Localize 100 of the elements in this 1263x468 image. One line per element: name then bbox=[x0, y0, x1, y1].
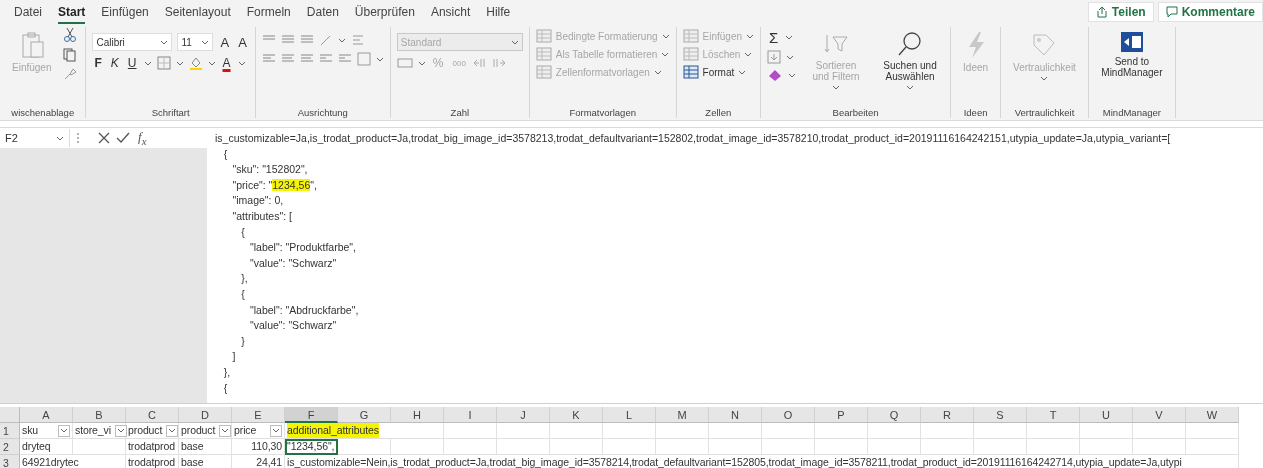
column-header[interactable]: C bbox=[126, 407, 179, 423]
column-header[interactable]: M bbox=[656, 407, 709, 423]
align-center-icon[interactable] bbox=[280, 53, 295, 65]
cells-menu-button[interactable]: Format bbox=[682, 65, 755, 79]
column-header[interactable]: G bbox=[338, 407, 391, 423]
ribbon-tab[interactable]: Ansicht bbox=[422, 2, 479, 22]
font-size-field[interactable]: 11 bbox=[177, 33, 214, 51]
fill-color-icon[interactable] bbox=[188, 56, 203, 70]
column-header[interactable]: H bbox=[391, 407, 444, 423]
row-header[interactable]: 1 bbox=[0, 423, 20, 439]
row-header[interactable]: 2 bbox=[0, 439, 20, 455]
font-color-button[interactable]: A bbox=[220, 56, 233, 70]
format-cells-icon[interactable] bbox=[682, 65, 699, 79]
column-header[interactable]: O bbox=[762, 407, 815, 423]
column-header[interactable]: J bbox=[497, 407, 550, 423]
column-header[interactable]: T bbox=[1027, 407, 1080, 423]
insert-function-button[interactable]: f$_{x}$ bbox=[136, 129, 149, 147]
ribbon-tab[interactable]: Hilfe bbox=[478, 2, 519, 22]
ribbon-tab[interactable]: Überprüfen bbox=[346, 2, 423, 22]
filter-dropdown-button[interactable] bbox=[219, 424, 232, 437]
column-header[interactable]: P bbox=[815, 407, 868, 423]
share-icon[interactable] bbox=[1095, 6, 1108, 18]
align-bottom-icon[interactable] bbox=[299, 34, 314, 46]
table-cell: trodatprod bbox=[126, 455, 179, 468]
column-header[interactable]: F bbox=[285, 407, 338, 423]
table-cell bbox=[1186, 439, 1239, 455]
italic-button[interactable]: K bbox=[108, 56, 121, 70]
caret-icon bbox=[337, 37, 346, 43]
table-cell bbox=[391, 439, 444, 455]
column-header[interactable]: L bbox=[603, 407, 656, 423]
drag-handle-icon[interactable] bbox=[76, 132, 80, 144]
bold-button[interactable]: F bbox=[92, 56, 104, 70]
name-box[interactable]: F2 bbox=[0, 129, 70, 147]
filter-dropdown-button[interactable] bbox=[58, 424, 70, 437]
comment-icon[interactable] bbox=[1165, 6, 1178, 18]
scissors-icon[interactable] bbox=[63, 27, 78, 43]
fill-down-icon[interactable] bbox=[767, 50, 782, 64]
column-header[interactable]: K bbox=[550, 407, 603, 423]
ribbon-tab[interactable]: Start bbox=[50, 2, 94, 22]
column-header[interactable]: Q bbox=[868, 407, 921, 423]
orientation-icon[interactable] bbox=[318, 34, 333, 46]
autosum-button[interactable]: Σ bbox=[767, 29, 781, 46]
search-icon[interactable] bbox=[897, 31, 924, 57]
formula-line: } bbox=[240, 333, 245, 349]
table-cell bbox=[709, 439, 762, 455]
formula-line: "image": 0, bbox=[231, 193, 284, 209]
column-header[interactable]: N bbox=[709, 407, 762, 423]
shrink-font-button[interactable]: A bbox=[236, 34, 249, 50]
increase-decimal-icon[interactable] bbox=[472, 57, 487, 69]
check-icon[interactable] bbox=[116, 132, 130, 144]
borders-icon[interactable] bbox=[156, 56, 171, 70]
column-header[interactable]: I bbox=[444, 407, 497, 423]
ribbon-tab[interactable]: Seitenlayout bbox=[156, 2, 239, 22]
column-header[interactable]: R bbox=[921, 407, 974, 423]
table-cell bbox=[868, 439, 921, 455]
mindmanager-icon[interactable] bbox=[1119, 31, 1144, 53]
align-left-icon[interactable] bbox=[261, 53, 276, 65]
column-header[interactable]: E bbox=[232, 407, 285, 423]
ribbon-tab[interactable]: Einfügen bbox=[93, 2, 157, 22]
merge-cells-icon[interactable] bbox=[356, 52, 371, 66]
decrease-indent-icon[interactable] bbox=[318, 53, 333, 65]
grow-font-button[interactable]: A bbox=[218, 34, 232, 50]
share-button[interactable]: Teilen bbox=[1087, 2, 1154, 22]
font-name-field[interactable]: Calibri bbox=[92, 33, 173, 51]
caret-icon bbox=[417, 60, 426, 66]
increase-indent-icon[interactable] bbox=[337, 53, 352, 65]
column-header[interactable]: W bbox=[1186, 407, 1239, 423]
filter-dropdown-button[interactable] bbox=[270, 424, 282, 437]
find-select-button[interactable]: Suchen und Auswählen bbox=[876, 27, 945, 91]
table-cell: price bbox=[232, 423, 285, 439]
column-header[interactable]: B bbox=[73, 407, 126, 423]
caret-icon bbox=[746, 33, 755, 39]
filter-dropdown-button[interactable] bbox=[114, 424, 127, 437]
group-label: Schriftart bbox=[150, 106, 191, 118]
column-header[interactable]: U bbox=[1080, 407, 1133, 423]
column-header[interactable]: A bbox=[20, 407, 73, 423]
group-label: Ausrichtung bbox=[296, 106, 349, 118]
select-all-corner[interactable] bbox=[0, 407, 20, 423]
column-header[interactable]: V bbox=[1133, 407, 1186, 423]
group-label: Bearbeiten bbox=[831, 106, 880, 118]
underline-button[interactable]: U bbox=[125, 56, 139, 70]
ribbon-tab[interactable]: Formeln bbox=[238, 2, 299, 22]
table-cell: additional_attributes bbox=[285, 423, 444, 439]
table-cell: product bbox=[179, 423, 232, 439]
ribbon-tab[interactable]: Datei bbox=[6, 2, 50, 22]
ribbon-tab[interactable]: Daten bbox=[298, 2, 347, 22]
mindmanager-button[interactable]: Send to MindManager bbox=[1094, 27, 1169, 79]
align-middle-icon[interactable] bbox=[280, 34, 295, 46]
comments-button[interactable]: Kommentare bbox=[1157, 2, 1263, 22]
row-header[interactable]: 3 bbox=[0, 455, 20, 468]
table-cell: trodatprod bbox=[126, 439, 179, 455]
column-header[interactable]: D bbox=[179, 407, 232, 423]
caret-icon bbox=[237, 60, 246, 66]
align-right-icon[interactable] bbox=[299, 53, 314, 65]
decrease-decimal-icon[interactable] bbox=[491, 57, 506, 69]
formula-line: "sku": "152802", bbox=[231, 162, 308, 178]
cancel-icon[interactable] bbox=[98, 132, 110, 144]
wrap-text-icon[interactable] bbox=[350, 33, 365, 47]
column-header[interactable]: S bbox=[974, 407, 1027, 423]
filter-dropdown-button[interactable] bbox=[166, 424, 179, 437]
